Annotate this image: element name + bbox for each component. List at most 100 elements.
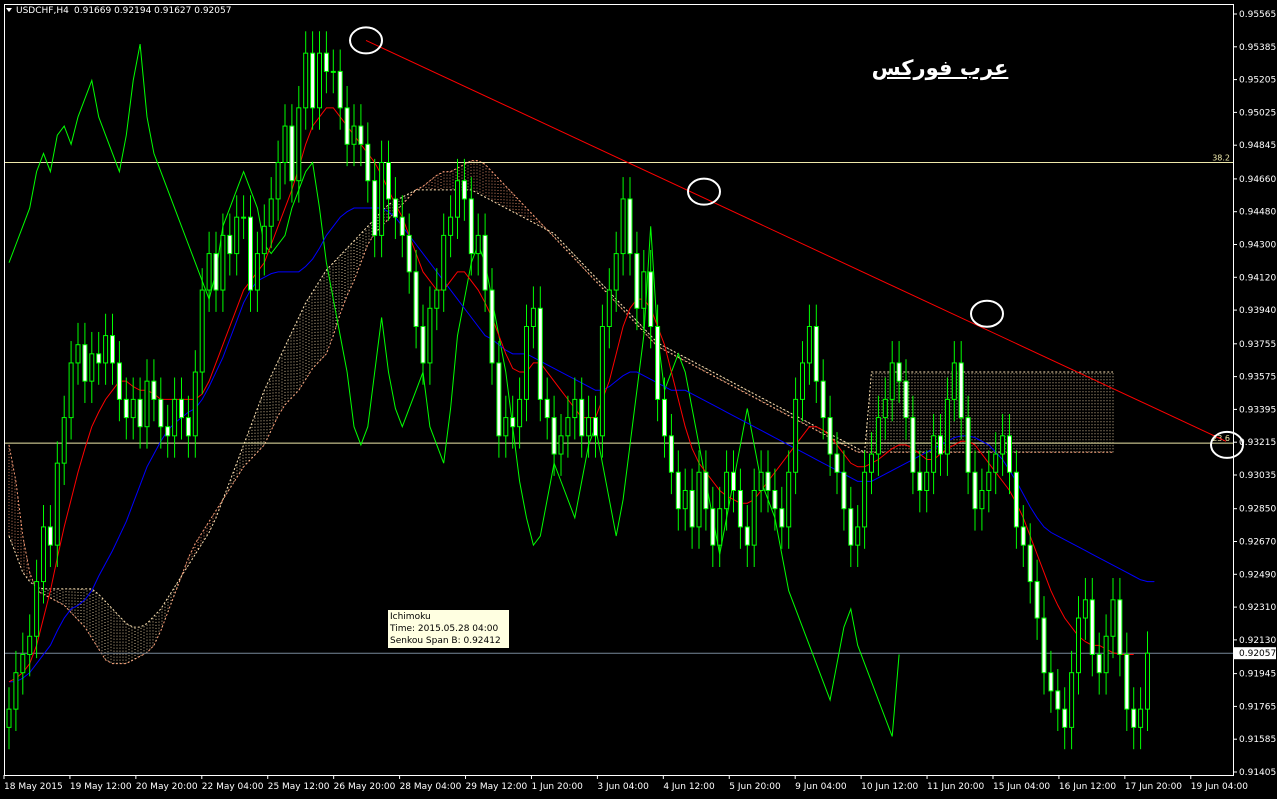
candle-body (917, 471, 923, 491)
y-tick-label: 0.94845 (1239, 141, 1276, 151)
candle-body (137, 398, 143, 428)
candle-body (496, 362, 502, 437)
candle-body (123, 398, 129, 419)
candle-body (882, 398, 888, 419)
y-tick-label: 0.91765 (1239, 702, 1276, 712)
candle-body (392, 198, 398, 218)
candle-body (399, 216, 405, 236)
candle-body (82, 344, 88, 382)
candle-body (234, 216, 240, 255)
price-chart[interactable]: 38.223.6 0.92057 0.955650.953850.952050.… (0, 0, 1277, 799)
candle-body (482, 234, 488, 291)
candle-body (813, 325, 819, 382)
candle-body (220, 234, 226, 291)
y-tick-label: 0.94660 (1239, 175, 1276, 185)
candle-body (620, 198, 626, 255)
ohlc-values: 0.91669 0.92194 0.91627 0.92057 (74, 6, 231, 16)
candle-body (1082, 599, 1088, 619)
candle-body (20, 653, 26, 674)
candle-body (116, 362, 122, 400)
candle-body (468, 198, 474, 255)
x-tick-label: 5 Jun 20:00 (729, 782, 781, 792)
x-tick-label: 3 Jun 04:00 (597, 782, 649, 792)
candle-body (848, 508, 854, 546)
candle-body (434, 289, 440, 309)
candle-body (972, 471, 978, 510)
candle-body (151, 380, 157, 400)
candle-body (1076, 617, 1081, 674)
candle-body (731, 471, 736, 491)
candle-body (689, 489, 695, 528)
candle-body (517, 398, 523, 428)
x-tick-label: 10 Jun 12:00 (861, 782, 918, 792)
candle-body (213, 253, 219, 291)
candle-body (958, 362, 964, 419)
candle-body (441, 234, 447, 291)
x-tick-label: 29 May 12:00 (466, 782, 528, 792)
candle-body (227, 234, 233, 255)
candle-body (351, 125, 357, 145)
candle-body (717, 508, 723, 546)
tooltip-time: Time: 2015.05.28 04:00 (390, 624, 499, 634)
candle-body (510, 417, 516, 428)
x-tick-label: 17 Jun 20:00 (1125, 782, 1182, 792)
brand-watermark: عرب فوركس (871, 56, 1009, 80)
current-price-label: 0.92057 (1239, 649, 1276, 659)
x-tick-label: 19 Jun 04:00 (1191, 782, 1248, 792)
candle-body (406, 234, 412, 273)
y-tick-label: 0.91945 (1239, 670, 1276, 680)
candle-body (1103, 635, 1109, 674)
candle-body (703, 471, 709, 510)
candle-body (323, 52, 329, 72)
candle-body (27, 635, 33, 655)
candle-body (951, 362, 957, 400)
candle-body (89, 353, 95, 382)
candle-body (41, 526, 46, 583)
x-tick-label: 4 Jun 12:00 (663, 782, 715, 792)
candle-body (834, 453, 840, 473)
candle-body (248, 216, 253, 291)
y-tick-label: 0.95025 (1239, 108, 1276, 118)
x-tick-label: 20 May 20:00 (136, 782, 198, 792)
candle-body (386, 162, 391, 200)
candle-body (648, 271, 654, 327)
symbol-label: USDCHF,H4 (16, 6, 69, 16)
candle-body (786, 471, 792, 528)
candle-body (744, 526, 750, 546)
candle-body (627, 198, 633, 255)
x-tick-label: 22 May 04:00 (202, 782, 264, 792)
candle-body (793, 398, 799, 473)
candle-body (579, 398, 585, 437)
candle-body (1027, 544, 1033, 583)
candle-body (96, 353, 102, 364)
candle-body (613, 253, 619, 291)
x-tick-label: 28 May 04:00 (400, 782, 462, 792)
candle-body (358, 125, 364, 145)
y-tick-label: 0.95565 (1239, 10, 1276, 20)
candle-body (310, 52, 316, 109)
candle-body (337, 70, 343, 109)
candle-body (1145, 652, 1150, 710)
candle-body (938, 435, 943, 455)
y-tick-label: 0.92670 (1239, 538, 1276, 548)
candle-body (61, 417, 67, 464)
candle-body (1124, 653, 1130, 710)
candle-body (993, 453, 999, 473)
candle-body (144, 380, 150, 428)
candle-body (751, 489, 757, 546)
x-tick-label: 19 May 12:00 (70, 782, 132, 792)
candle-body (1048, 672, 1054, 692)
candle-body (330, 70, 336, 73)
candle-body (199, 289, 205, 373)
candle-body (420, 325, 426, 364)
candle-body (772, 489, 778, 510)
x-tick-label: 18 May 2015 (4, 782, 63, 792)
candle-body (103, 335, 109, 364)
candle-body (820, 380, 826, 419)
candle-body (800, 362, 805, 400)
candle-body (317, 52, 322, 109)
candle-body (179, 398, 184, 419)
candle-body (944, 398, 950, 455)
candle-body (47, 526, 53, 546)
candle-body (455, 180, 460, 218)
